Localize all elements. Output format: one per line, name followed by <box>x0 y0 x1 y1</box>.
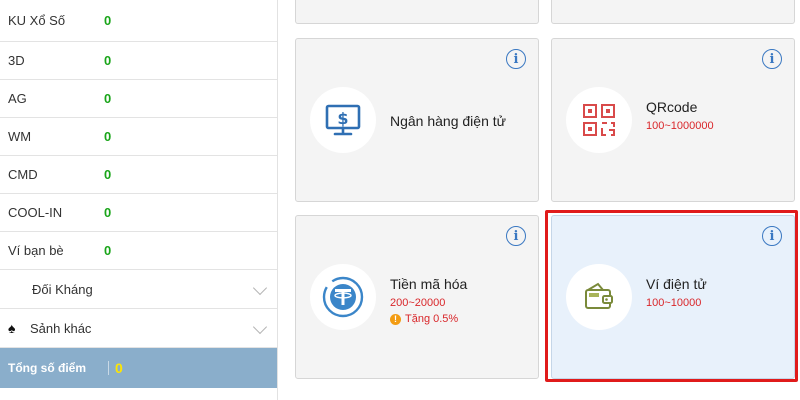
card-range: 100~1000000 <box>646 120 714 132</box>
monitor-dollar-icon: $ <box>310 87 376 153</box>
balance-row-3d[interactable]: 3D 0 <box>0 42 277 80</box>
balance-value: 0 <box>104 167 112 182</box>
card-text: Ví điện tử 100~10000 <box>646 276 707 309</box>
card-title: QRcode <box>646 99 698 115</box>
group-label: Đối Kháng <box>32 281 93 297</box>
balance-value: 0 <box>104 91 112 106</box>
balance-row-ku-xo-so[interactable]: KU Xổ Số 0 <box>0 0 277 42</box>
balance-value: 0 <box>104 13 112 28</box>
balance-row-wm[interactable]: WM 0 <box>0 118 277 156</box>
total-points-row: Tổng số điểm 0 <box>0 348 277 388</box>
alert-icon: ! <box>390 313 401 325</box>
info-icon[interactable]: i <box>762 49 782 69</box>
balance-name: COOL-IN <box>8 205 63 220</box>
chevron-down-icon <box>252 280 268 296</box>
card-title: Ngân hàng điện tử <box>390 113 507 129</box>
total-value: 0 <box>115 360 123 376</box>
total-label: Tổng số điểm <box>8 361 86 375</box>
card-title: Tiền mã hóa <box>390 276 468 292</box>
info-icon[interactable]: i <box>506 226 526 246</box>
group-label: Sảnh khác <box>30 320 92 336</box>
balance-name: 3D <box>8 53 25 68</box>
tether-icon <box>310 264 376 330</box>
balance-value: 0 <box>104 205 112 220</box>
balance-row-vi-ban-be[interactable]: Ví bạn bè 0 <box>0 232 277 270</box>
card-range: 200~20000 <box>390 297 446 309</box>
balance-name: KU Xổ Số <box>8 13 66 28</box>
balance-value: 0 <box>104 53 112 68</box>
payment-card-ebank[interactable]: i $ Ngân hàng điện tử <box>295 38 539 202</box>
card-range: 100~10000 <box>646 297 702 309</box>
balance-name: Ví bạn bè <box>8 243 64 258</box>
balance-value: 0 <box>104 129 112 144</box>
card-text: Ngân hàng điện tử <box>390 113 506 129</box>
wallet-icon <box>566 264 632 330</box>
payment-card-partial-left[interactable] <box>295 0 539 24</box>
balance-row-ag[interactable]: AG 0 <box>0 80 277 118</box>
svg-text:$: $ <box>337 109 348 128</box>
group-sanh-khac[interactable]: ♠ Sảnh khác <box>0 309 277 348</box>
bonus-text: Tặng 0.5% <box>405 313 459 325</box>
payment-card-partial-right[interactable] <box>551 0 795 24</box>
qrcode-icon <box>566 87 632 153</box>
payment-card-crypto[interactable]: i Tiền mã hóa 200~20000 ! Tặng 0.5% <box>295 215 539 379</box>
balance-row-cool-in[interactable]: COOL-IN 0 <box>0 194 277 232</box>
info-icon[interactable]: i <box>762 226 782 246</box>
info-icon[interactable]: i <box>506 49 526 69</box>
spade-icon: ♠ <box>8 320 16 336</box>
card-bonus: ! Tặng 0.5% <box>390 313 467 325</box>
card-title: Ví điện tử <box>646 276 707 292</box>
chevron-down-icon <box>252 319 268 335</box>
balance-value: 0 <box>104 243 112 258</box>
balance-name: AG <box>8 91 27 106</box>
divider <box>108 361 109 375</box>
payment-card-qrcode[interactable]: i QRcode 100~1000000 <box>551 38 795 202</box>
balance-name: WM <box>8 129 32 144</box>
card-text: Tiền mã hóa 200~20000 ! Tặng 0.5% <box>390 276 467 325</box>
balance-row-cmd[interactable]: CMD 0 <box>0 156 277 194</box>
sidebar: KU Xổ Số 0 3D 0 AG 0 WM 0 CMD 0 COOL-IN … <box>0 0 278 400</box>
card-text: QRcode 100~1000000 <box>646 99 714 132</box>
group-doi-khang[interactable]: Đối Kháng <box>0 270 277 309</box>
payment-card-ewallet[interactable]: i Ví điện tử 100~10000 <box>551 215 795 379</box>
balance-name: CMD <box>8 167 38 182</box>
